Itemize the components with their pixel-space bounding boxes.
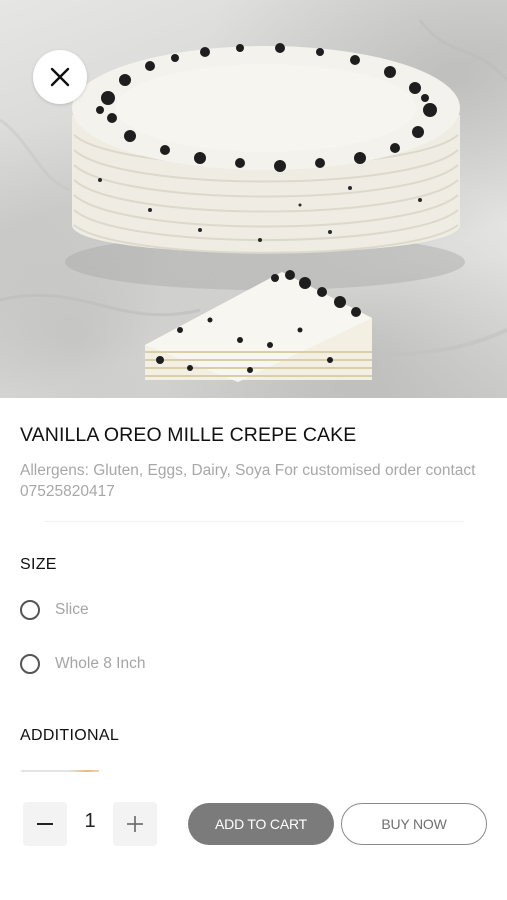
minus-icon <box>37 823 53 825</box>
quantity-value: 1 <box>84 810 96 832</box>
close-icon <box>50 67 70 87</box>
size-option-label: Whole 8 Inch <box>55 655 146 672</box>
buy-now-button[interactable]: BUY NOW <box>341 803 487 845</box>
product-description: Allergens: Gluten, Eggs, Dairy, Soya For… <box>20 462 476 500</box>
cart-bar: 1 ADD TO CART BUY NOW <box>0 798 507 850</box>
size-option-whole[interactable]: Whole 8 Inch <box>20 651 145 677</box>
increase-quantity-button[interactable] <box>113 802 157 846</box>
additional-loading-bar <box>21 770 99 772</box>
divider <box>44 521 464 522</box>
close-button[interactable] <box>33 50 87 104</box>
decrease-quantity-button[interactable] <box>23 802 67 846</box>
radio-button[interactable] <box>20 654 40 674</box>
radio-button[interactable] <box>20 600 40 620</box>
size-section-label: SIZE <box>20 556 57 573</box>
add-to-cart-button[interactable]: ADD TO CART <box>188 803 334 845</box>
size-option-label: Slice <box>55 601 89 618</box>
additional-section-label: ADDITIONAL <box>20 727 120 744</box>
product-title: VANILLA OREO MILLE CREPE CAKE <box>20 424 357 446</box>
plus-icon <box>127 816 143 832</box>
size-option-slice[interactable]: Slice <box>20 597 89 623</box>
